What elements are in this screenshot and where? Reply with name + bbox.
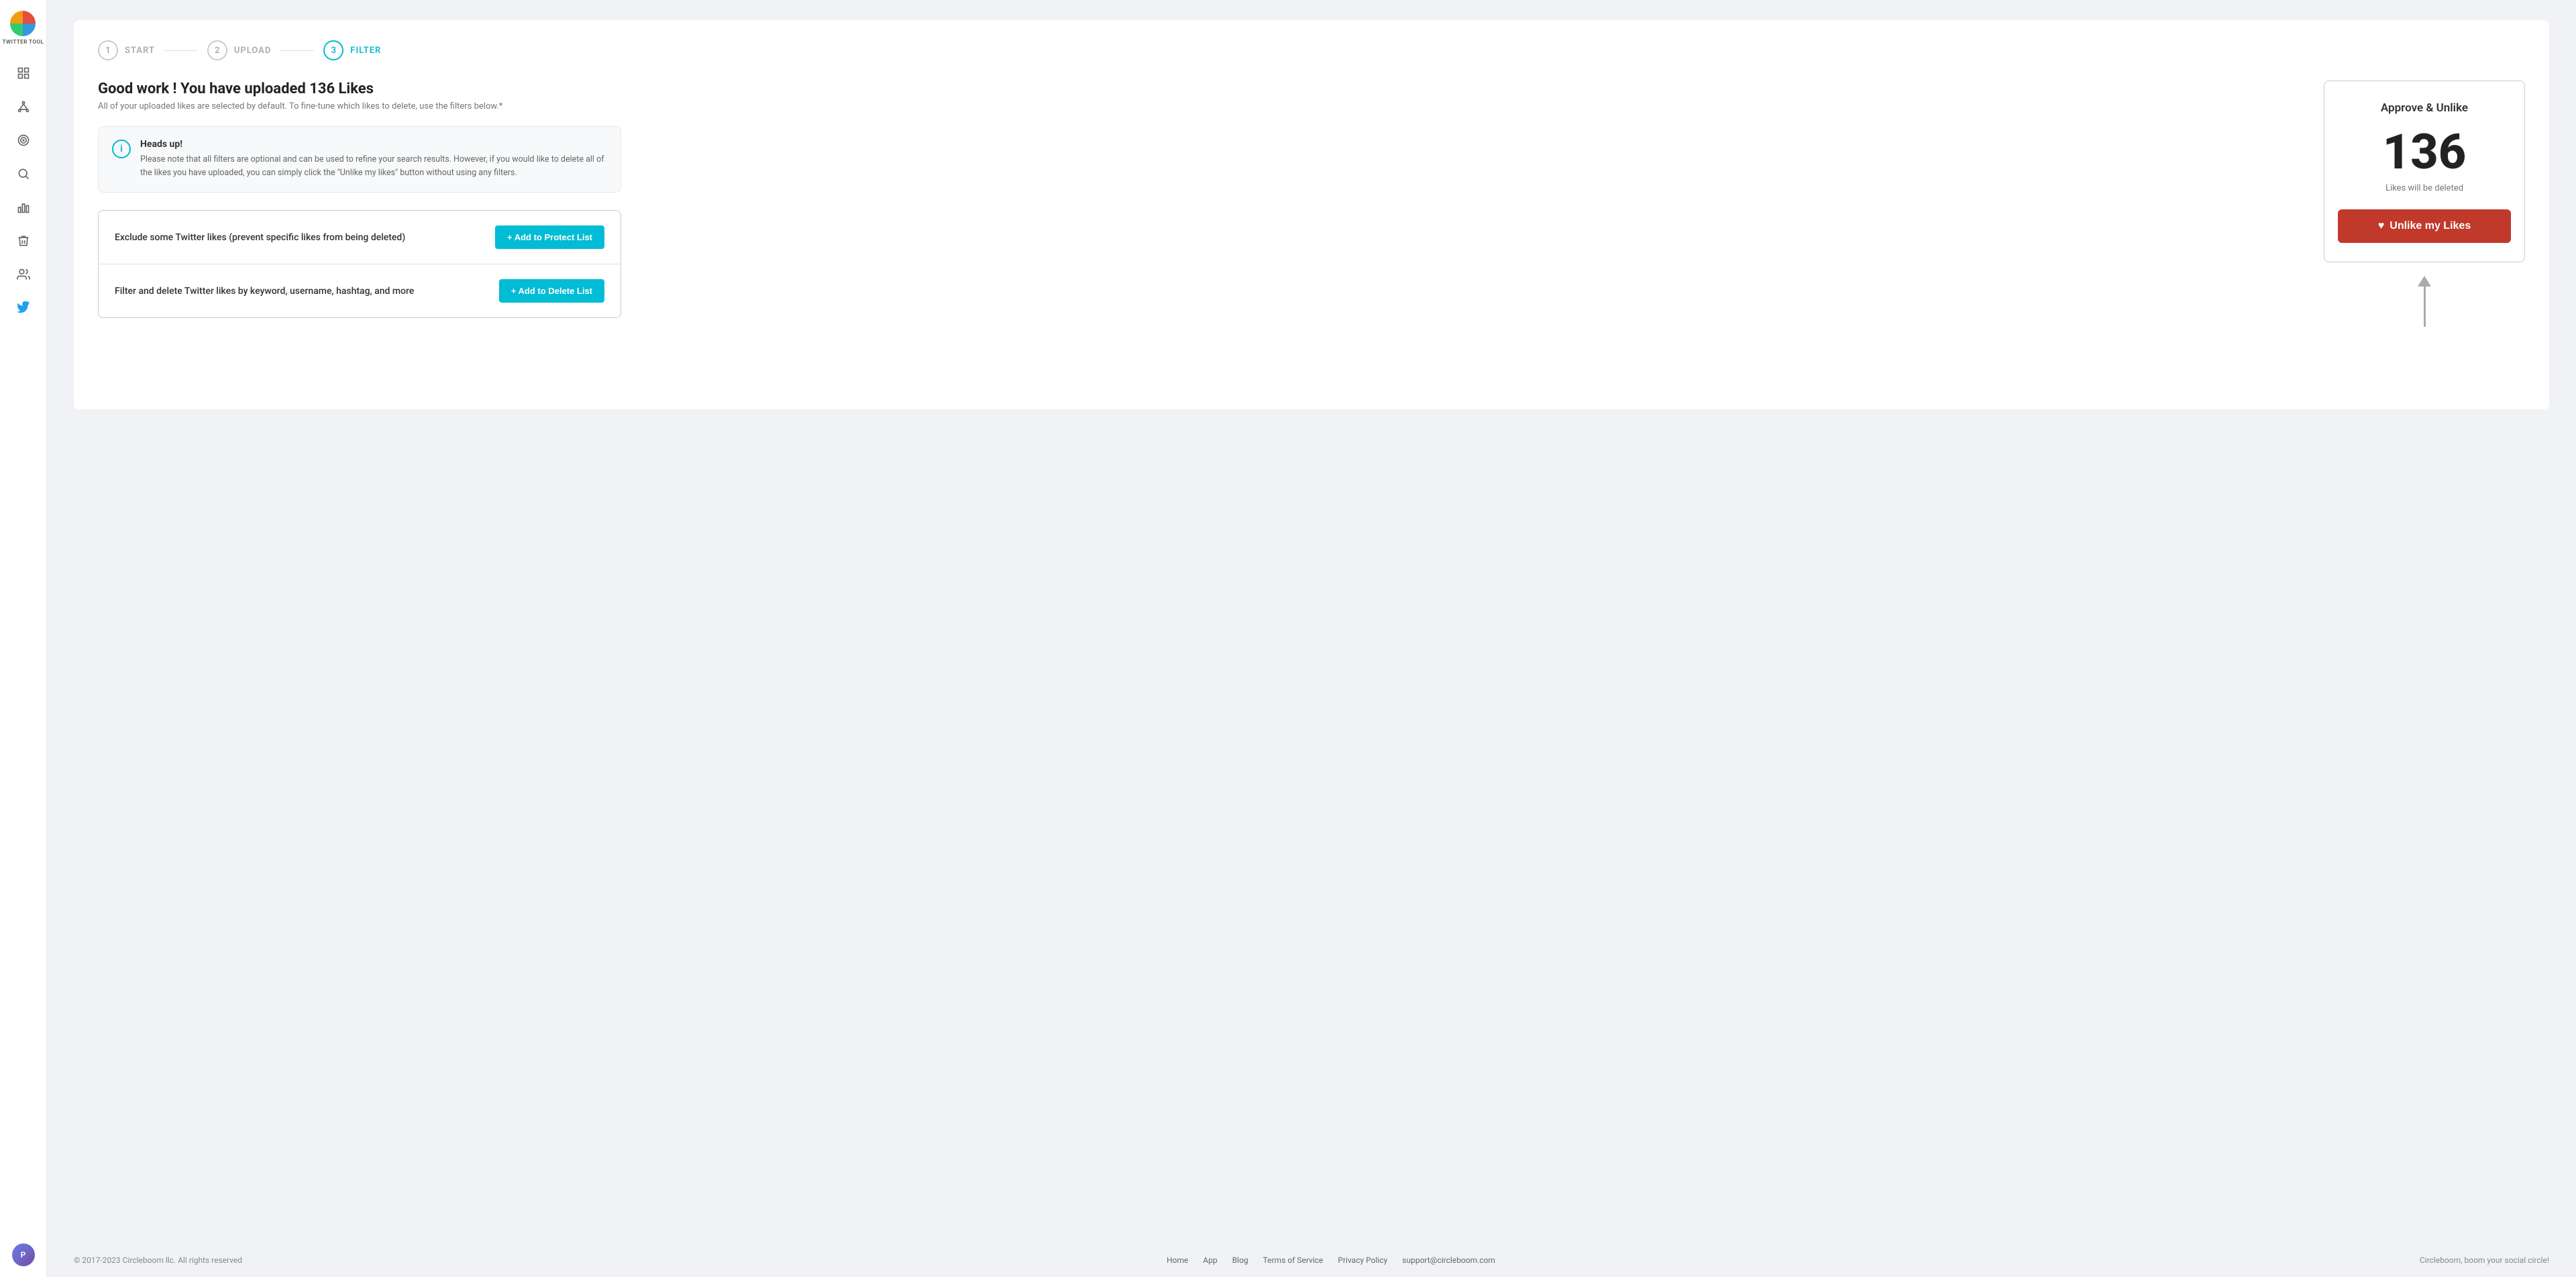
footer-link-privacy[interactable]: Privacy Policy [1338, 1256, 1387, 1265]
step-3-label: FILTER [350, 46, 381, 56]
page-subheading: All of your uploaded likes are selected … [98, 101, 2297, 111]
arrow-head [2418, 276, 2431, 287]
sidebar-logo: TWITTER TOOL [3, 11, 44, 45]
page-card: 1 START 2 UPLOAD 3 FILTER [74, 20, 2549, 409]
avatar[interactable]: P [12, 1243, 35, 1266]
step-3-circle: 3 [323, 40, 343, 60]
add-delete-list-button[interactable]: + Add to Delete List [499, 279, 604, 303]
arrow-shaft [2424, 287, 2426, 327]
step-2: 2 UPLOAD [207, 40, 271, 60]
left-section: Good work ! You have uploaded 136 Likes … [98, 81, 2297, 318]
approve-card: Approve & Unlike 136 Likes will be delet… [2324, 81, 2525, 262]
filter-row-delete: Filter and delete Twitter likes by keywo… [99, 264, 621, 317]
step-1: 1 START [98, 40, 155, 60]
approve-title: Approve & Unlike [2338, 101, 2511, 115]
filter-row-protect: Exclude some Twitter likes (prevent spec… [99, 211, 621, 264]
unlike-button[interactable]: ♥ Unlike my Likes [2338, 209, 2511, 243]
filter-protect-label: Exclude some Twitter likes (prevent spec… [115, 232, 405, 243]
arrow-container [2324, 276, 2525, 327]
sidebar-item-twitter[interactable] [9, 293, 38, 323]
footer-link-blog[interactable]: Blog [1232, 1256, 1248, 1265]
footer-link-support[interactable]: support@circleboom.com [1402, 1256, 1495, 1265]
step-3: 3 FILTER [323, 40, 381, 60]
info-content: Heads up! Please note that all filters a… [140, 139, 607, 180]
main-content: 1 START 2 UPLOAD 3 FILTER [47, 0, 2576, 1243]
sidebar-item-friends[interactable] [9, 260, 38, 289]
approve-subtitle: Likes will be deleted [2338, 183, 2511, 193]
arrow-up-icon [2418, 276, 2431, 327]
sidebar-item-network[interactable] [9, 92, 38, 121]
logo-icon [10, 11, 36, 36]
sidebar-item-delete[interactable] [9, 226, 38, 256]
footer-link-app[interactable]: App [1203, 1256, 1217, 1265]
sidebar-logo-text: TWITTER TOOL [3, 39, 44, 45]
footer-copyright: © 2017-2023 Circleboom llc. All rights r… [74, 1256, 242, 1265]
sidebar-item-dashboard[interactable] [9, 58, 38, 88]
sidebar: TWITTER TOOL [0, 0, 47, 1277]
main-wrapper: 1 START 2 UPLOAD 3 FILTER [47, 0, 2576, 1277]
sidebar-item-analytics[interactable] [9, 193, 38, 222]
step-1-circle: 1 [98, 40, 118, 60]
info-box: i Heads up! Please note that all filters… [98, 126, 621, 193]
footer-links: Home App Blog Terms of Service Privacy P… [1167, 1256, 1495, 1265]
filter-delete-label: Filter and delete Twitter likes by keywo… [115, 286, 414, 297]
sidebar-item-target[interactable] [9, 125, 38, 155]
info-title: Heads up! [140, 139, 607, 150]
footer-link-home[interactable]: Home [1167, 1256, 1188, 1265]
footer-link-tos[interactable]: Terms of Service [1263, 1256, 1324, 1265]
step-1-label: START [125, 46, 155, 56]
stepper: 1 START 2 UPLOAD 3 FILTER [98, 40, 2525, 60]
page-title: Good work ! You have uploaded 136 Likes [98, 81, 2297, 97]
add-protect-list-button[interactable]: + Add to Protect List [495, 225, 604, 249]
step-2-circle: 2 [207, 40, 227, 60]
sidebar-item-search[interactable] [9, 159, 38, 189]
step-divider-1 [164, 50, 198, 51]
filter-container: Exclude some Twitter likes (prevent spec… [98, 210, 621, 318]
heart-icon: ♥ [2378, 220, 2385, 232]
step-2-label: UPLOAD [234, 46, 271, 56]
info-text: Please note that all filters are optiona… [140, 153, 607, 180]
sidebar-nav [9, 58, 38, 1243]
content-layout: Good work ! You have uploaded 136 Likes … [98, 81, 2525, 327]
info-icon: i [112, 140, 131, 158]
right-panel: Approve & Unlike 136 Likes will be delet… [2324, 81, 2525, 327]
step-divider-2 [280, 50, 314, 51]
approve-count: 136 [2338, 128, 2511, 176]
sidebar-bottom: P [12, 1243, 35, 1266]
footer-tagline: Circleboom, boom your social circle! [2420, 1256, 2549, 1265]
footer: © 2017-2023 Circleboom llc. All rights r… [47, 1243, 2576, 1277]
